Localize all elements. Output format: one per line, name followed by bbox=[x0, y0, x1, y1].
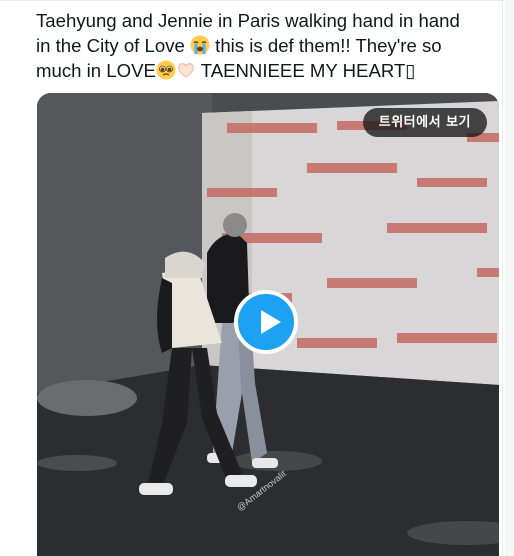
timeline-border bbox=[502, 0, 503, 556]
view-on-twitter-button[interactable]: 트위터에서 보기 bbox=[362, 108, 487, 137]
scrollbar-track[interactable] bbox=[505, 0, 514, 556]
video-media[interactable]: 트위터에서 보기 @Amartnovalit bbox=[37, 93, 499, 556]
loudly-crying-face-emoji-icon bbox=[190, 35, 210, 55]
tweet-text-line-3a: much in LOVE bbox=[36, 60, 156, 81]
play-icon bbox=[261, 310, 281, 334]
tweet-text-line-2a: in the City of Love bbox=[36, 35, 190, 56]
top-divider bbox=[0, 0, 514, 1]
play-button[interactable] bbox=[234, 290, 298, 354]
tweet-text-line-1: Taehyung and Jennie in Paris walking han… bbox=[36, 10, 460, 31]
tweet-text: Taehyung and Jennie in Paris walking han… bbox=[36, 8, 496, 83]
pleading-face-emoji-icon bbox=[156, 60, 176, 80]
heart-hands-emoji-icon bbox=[178, 63, 194, 78]
tweet-text-line-3b: TAENNIEEE MY HEART▯ bbox=[195, 60, 416, 81]
tweet-text-line-2b: this is def them!! They're so bbox=[210, 35, 442, 56]
